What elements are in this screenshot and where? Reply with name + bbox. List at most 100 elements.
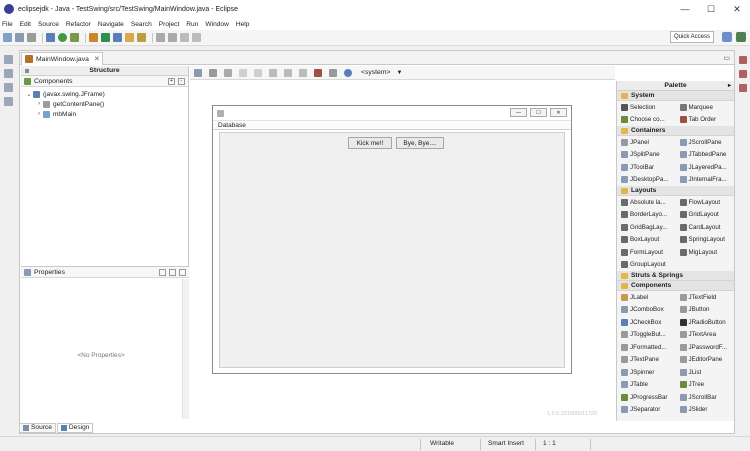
properties-scrollbar[interactable] [182,279,189,419]
palette-item[interactable]: MigLayout [676,246,735,259]
tree-twisty-icon[interactable]: ⌄ [25,91,33,98]
palette-item[interactable]: Selection [617,101,676,114]
goto-definition-icon[interactable] [169,269,176,276]
palette-item[interactable]: JTextPane [617,354,676,367]
minimize-editor-icon[interactable]: ▭ [723,54,730,62]
palette-item[interactable]: JInternalFra... [676,174,735,187]
frame-minimize-button[interactable]: — [510,108,527,117]
palette-category[interactable]: Components [617,281,734,291]
palette-item[interactable]: JTable [617,379,676,392]
palette-item[interactable]: GroupLayout [617,259,676,272]
test-gui-icon[interactable] [194,68,202,77]
show-events-icon[interactable] [159,269,166,276]
new-class-icon[interactable] [113,33,122,42]
palette-item[interactable]: JPasswordF... [676,341,735,354]
quick-access-field[interactable]: Quick Access [670,31,714,43]
palette-item[interactable]: JToggleBut... [617,329,676,342]
palette-category[interactable]: Struts & Springs [617,271,734,281]
new-java-project-icon[interactable] [89,33,98,42]
menu-database[interactable]: Database [218,122,246,129]
close-button[interactable]: ✕ [724,0,750,18]
close-tab-icon[interactable]: ✕ [94,55,100,63]
palette-item[interactable]: JSpinner [617,366,676,379]
palette-item[interactable]: JToolBar [617,161,676,174]
palette-item[interactable]: JComboBox [617,304,676,317]
menu-refactor[interactable]: Refactor [66,21,91,28]
tree-node[interactable]: › mbMain [21,109,188,119]
palette-collapse-icon[interactable]: ▸ [728,82,731,89]
collapse-all-icon[interactable]: - [178,78,185,85]
palette-item[interactable]: BoxLayout [617,234,676,247]
minimize-button[interactable]: — [672,0,698,18]
palette-item[interactable]: GridLayout [676,209,735,222]
tab-source[interactable]: Source [19,422,56,433]
palette-category[interactable]: Containers [617,126,734,136]
frame-close-button[interactable]: ✕ [550,108,567,117]
palette-item[interactable]: JTree [676,379,735,392]
palette-item[interactable]: JSplitPane [617,149,676,162]
palette-item[interactable]: JTextArea [676,329,735,342]
bye-bye-button[interactable]: Bye, Bye.... [396,137,444,149]
cut-icon[interactable] [269,68,277,77]
palette-item[interactable]: JTabbedPane [676,149,735,162]
redo-icon[interactable] [254,68,262,77]
structure-menu-icon[interactable] [25,69,29,73]
menu-search[interactable]: Search [131,21,152,28]
palette-item[interactable]: CardLayout [676,221,735,234]
jframe-preview[interactable]: — ☐ ✕ Database Kick me!! Bye, Bye.... [212,105,572,374]
palette-category[interactable]: System [617,91,734,101]
look-and-feel-icon[interactable] [344,68,352,77]
debug-icon[interactable] [46,33,55,42]
palette-category[interactable]: Layouts [617,186,734,196]
java-perspective-icon[interactable] [736,32,746,42]
new-icon[interactable] [3,33,12,42]
palette-item[interactable]: JLayeredPa... [676,161,735,174]
menu-project[interactable]: Project [159,21,180,28]
palette-item[interactable]: JList [676,366,735,379]
palette-item[interactable]: JFormatted... [617,341,676,354]
restore-icon[interactable] [739,56,747,64]
frame-maximize-button[interactable]: ☐ [530,108,547,117]
palette-item[interactable]: JProgressBar [617,391,676,404]
tab-mainwindow-java[interactable]: MainWindow.java ✕ [21,52,103,65]
palette-item[interactable]: JPanel [617,136,676,149]
palette-item[interactable]: Choose co... [617,114,676,127]
palette-item[interactable]: JRadioButton [676,316,735,329]
menu-source[interactable]: Source [38,21,59,28]
maximize-button[interactable]: ☐ [698,0,724,18]
external-tools-icon[interactable] [70,33,79,42]
menu-run[interactable]: Run [186,21,198,28]
paste-icon[interactable] [299,68,307,77]
save-all-icon[interactable] [27,33,36,42]
run-icon[interactable] [58,33,67,42]
chevron-down-icon[interactable]: ▼ [396,70,402,76]
externalize-strings-icon[interactable] [209,68,217,77]
palette-item[interactable]: JScrollBar [676,391,735,404]
frame-content-pane[interactable]: Kick me!! Bye, Bye.... [219,132,565,368]
menu-edit[interactable]: Edit [20,21,31,28]
problems-icon[interactable] [739,84,747,92]
open-type-icon[interactable] [125,33,134,42]
tree-twisty-icon[interactable]: › [35,111,43,117]
palette-item[interactable]: JSlider [676,404,735,417]
palette-item[interactable]: JDesktopPa... [617,174,676,187]
palette-item[interactable]: FlowLayout [676,196,735,209]
menu-file[interactable]: File [2,21,13,28]
palette-item[interactable]: SpringLayout [676,234,735,247]
alignment-icon[interactable] [329,68,337,77]
palette-item[interactable]: FormLayout [617,246,676,259]
palette-item[interactable]: JEditorPane [676,354,735,367]
tasks-icon[interactable] [739,70,747,78]
palette-item[interactable]: JCheckBox [617,316,676,329]
palette-item[interactable]: JButton [676,304,735,317]
outline-icon[interactable] [4,97,13,106]
palette-item[interactable]: BorderLayo... [617,209,676,222]
palette-item[interactable]: GridBagLay... [617,221,676,234]
palette-item[interactable]: Absolute la... [617,196,676,209]
search-icon[interactable] [137,33,146,42]
palette-item[interactable]: Marquee [676,101,735,114]
menu-help[interactable]: Help [236,21,250,28]
back-icon[interactable] [180,33,189,42]
java-ee-perspective-icon[interactable] [722,32,732,42]
save-icon[interactable] [15,33,24,42]
